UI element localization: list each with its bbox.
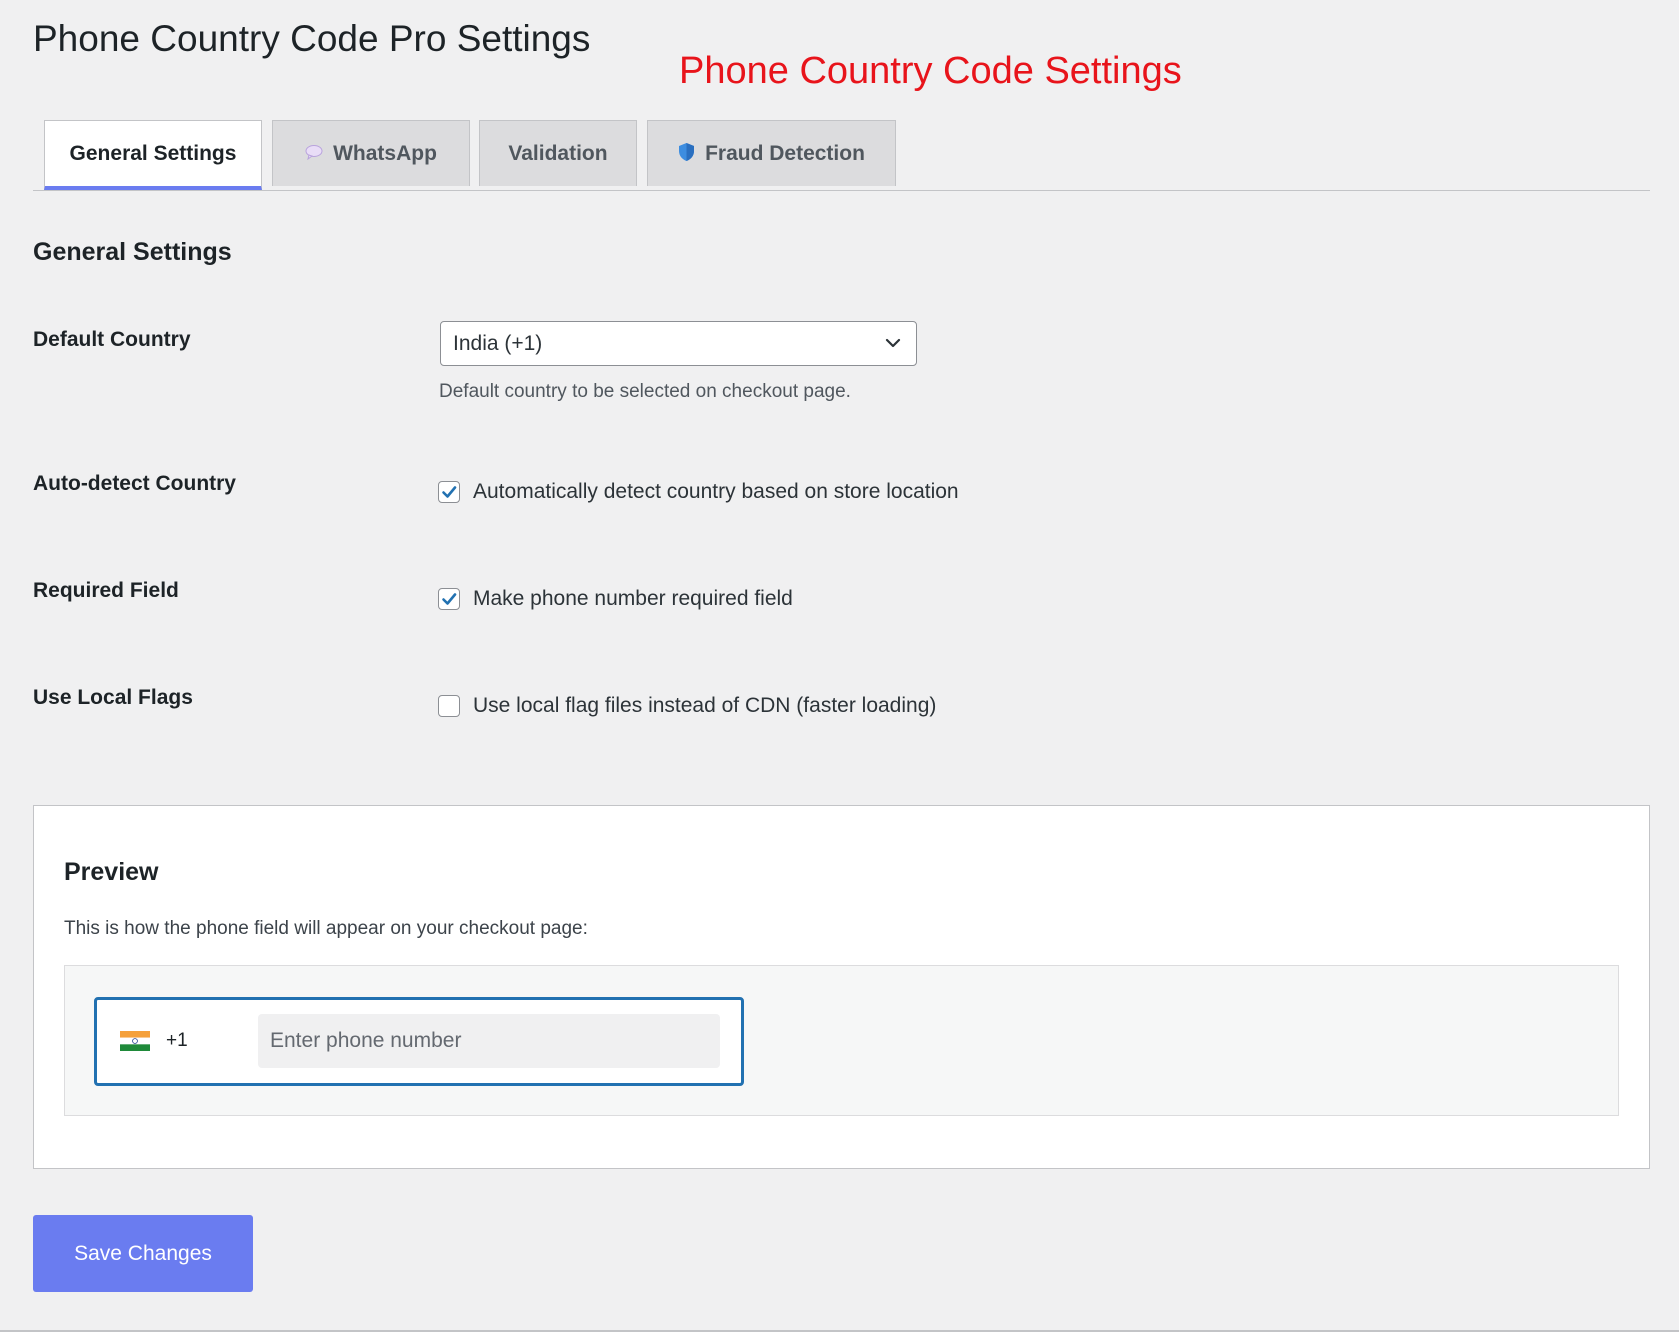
- local-flags-label: Use Local Flags: [33, 686, 193, 709]
- auto-detect-checkbox[interactable]: [438, 481, 460, 503]
- tab-general-settings[interactable]: General Settings: [44, 120, 262, 190]
- preview-panel: Preview This is how the phone field will…: [33, 805, 1650, 1169]
- required-field-row: Make phone number required field: [438, 587, 793, 611]
- preview-description: This is how the phone field will appear …: [64, 918, 588, 939]
- phone-field: +1: [94, 997, 744, 1086]
- tab-label: WhatsApp: [333, 141, 437, 165]
- preview-area: +1: [64, 965, 1619, 1116]
- required-field-checkbox-label: Make phone number required field: [473, 587, 793, 610]
- preview-title: Preview: [64, 858, 159, 886]
- save-button[interactable]: Save Changes: [33, 1215, 253, 1292]
- required-field-label: Required Field: [33, 579, 179, 602]
- dial-code: +1: [166, 1030, 188, 1051]
- local-flags-checkbox[interactable]: [438, 695, 460, 717]
- default-country-label: Default Country: [33, 328, 191, 351]
- tab-label: Fraud Detection: [705, 141, 865, 165]
- chevron-down-icon: [885, 338, 901, 348]
- annotation-text: Phone Country Code Settings: [679, 50, 1182, 92]
- tab-whatsapp[interactable]: WhatsApp: [272, 120, 470, 186]
- auto-detect-checkbox-label: Automatically detect country based on st…: [473, 480, 959, 503]
- checkmark-icon: [442, 593, 457, 605]
- section-title: General Settings: [33, 238, 232, 266]
- local-flags-checkbox-label: Use local flag files instead of CDN (fas…: [473, 694, 937, 717]
- shield-icon: [678, 142, 695, 165]
- speech-bubble-icon: [305, 144, 323, 163]
- india-flag-icon[interactable]: [120, 1031, 150, 1051]
- checkmark-icon: [442, 486, 457, 498]
- default-country-description: Default country to be selected on checko…: [439, 381, 851, 402]
- required-field-checkbox[interactable]: [438, 588, 460, 610]
- auto-detect-label: Auto-detect Country: [33, 472, 236, 495]
- tab-label: General Settings: [69, 141, 237, 165]
- settings-tabs: General Settings WhatsApp Validation Fra…: [33, 120, 1650, 191]
- tab-fraud-detection[interactable]: Fraud Detection: [647, 120, 896, 186]
- local-flags-row: Use local flag files instead of CDN (fas…: [438, 694, 936, 718]
- auto-detect-row: Automatically detect country based on st…: [438, 480, 959, 504]
- tab-label: Validation: [508, 141, 608, 165]
- default-country-value: India (+1): [453, 331, 543, 355]
- page-title: Phone Country Code Pro Settings: [33, 18, 591, 59]
- phone-number-input[interactable]: [258, 1014, 720, 1068]
- tab-validation[interactable]: Validation: [479, 120, 637, 186]
- default-country-select[interactable]: India (+1): [440, 321, 917, 366]
